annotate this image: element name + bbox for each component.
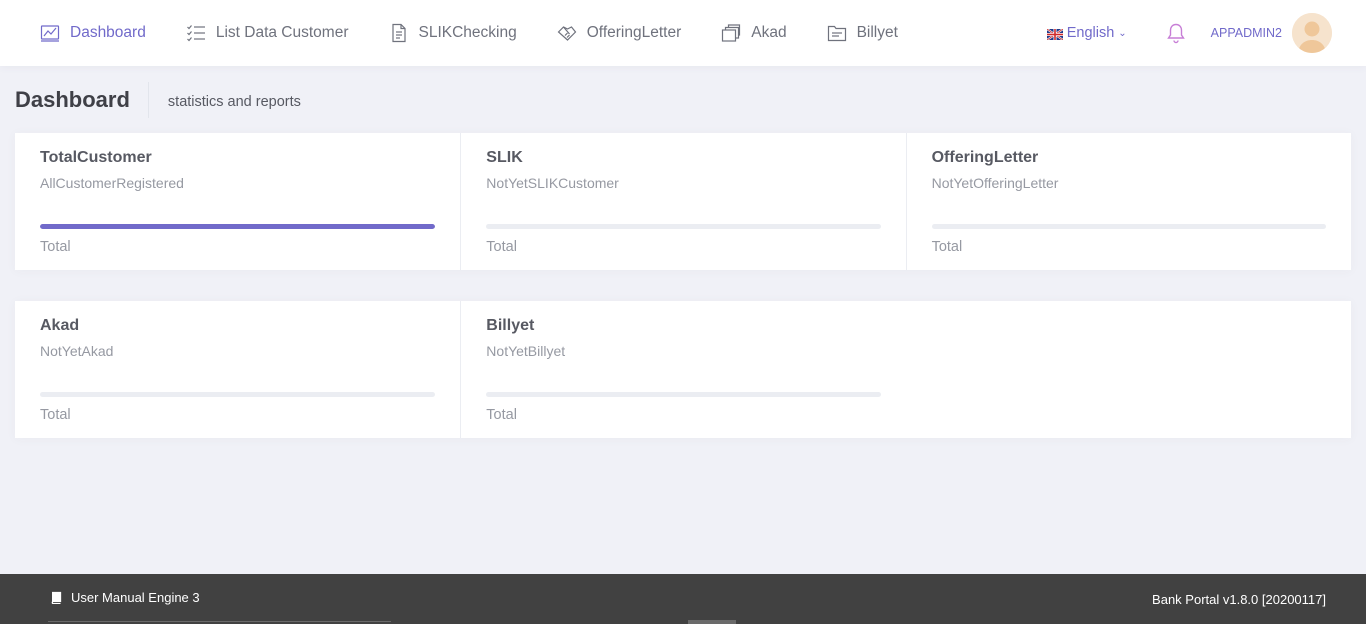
handshake-icon <box>557 23 577 43</box>
chart-icon <box>40 23 60 43</box>
stack-icon <box>721 23 741 43</box>
progress-bar <box>486 392 881 397</box>
stat-description: NotYetSLIKCustomer <box>486 175 619 191</box>
avatar[interactable] <box>1292 13 1332 53</box>
username[interactable]: APPADMIN2 <box>1211 26 1282 40</box>
stat-total-label: Total <box>931 239 963 255</box>
app-version: Bank Portal v1.8.0 [20200117] <box>1152 592 1326 607</box>
progress-fill <box>40 224 436 229</box>
stat-title: TotalCustomer <box>40 149 152 166</box>
nav-billyet-label: Billyet <box>856 24 898 41</box>
page-title: Dashboard <box>15 82 149 118</box>
stat-billyet: Billyet NotYetBillyet Total <box>460 301 905 438</box>
nav-billyet[interactable]: Billyet <box>827 23 898 43</box>
book-icon <box>51 591 62 604</box>
stat-description: AllCustomerRegistered <box>40 175 184 191</box>
stat-offering-letter: OfferingLetter NotYetOfferingLetter Tota… <box>905 133 1351 270</box>
main-nav: Dashboard List Data Customer SLIKCheckin… <box>40 0 938 66</box>
user-manual-label: User Manual Engine 3 <box>71 590 200 605</box>
nav-offering-letter-label: OfferingLetter <box>586 24 682 41</box>
stat-title: Billyet <box>486 317 535 334</box>
nav-akad-label: Akad <box>751 24 787 41</box>
stat-total-label: Total <box>40 407 71 423</box>
chevron-down-icon: ⌄ <box>1118 27 1127 39</box>
nav-dashboard-label: Dashboard <box>70 24 146 41</box>
stat-title: OfferingLetter <box>931 149 1039 166</box>
stat-total-label: Total <box>40 239 71 255</box>
nav-list-data-customer-label: List Data Customer <box>215 24 349 41</box>
language-selector[interactable]: English ⌄ <box>1046 25 1127 41</box>
stats-panel-top: TotalCustomer AllCustomerRegistered Tota… <box>15 133 1351 270</box>
nav-akad[interactable]: Akad <box>721 23 787 43</box>
document-icon <box>389 23 409 43</box>
folder-icon <box>827 23 847 43</box>
nav-list-data-customer[interactable]: List Data Customer <box>186 23 349 43</box>
footer-divider <box>48 621 391 622</box>
checklist-icon <box>186 23 206 43</box>
progress-bar <box>40 224 436 229</box>
top-navbar: Dashboard List Data Customer SLIKCheckin… <box>0 0 1366 66</box>
stat-total-label: Total <box>486 407 517 423</box>
language-label: English <box>1066 25 1115 41</box>
uk-flag-icon <box>1046 27 1064 41</box>
stat-description: NotYetBillyet <box>486 343 566 359</box>
nav-offering-letter[interactable]: OfferingLetter <box>557 23 682 43</box>
progress-bar <box>486 224 881 229</box>
user-manual-link[interactable]: User Manual Engine 3 <box>50 590 200 605</box>
subheader: Dashboard statistics and reports <box>15 82 301 118</box>
stat-description: NotYetOfferingLetter <box>931 175 1059 191</box>
stat-title: SLIK <box>486 149 523 166</box>
progress-bar <box>931 224 1326 229</box>
progress-bar <box>40 392 436 397</box>
stat-description: NotYetAkad <box>40 343 114 359</box>
stat-title: Akad <box>40 317 80 334</box>
notification-bell-icon[interactable] <box>1165 22 1187 44</box>
stats-panel-bottom: Akad NotYetAkad Total Billyet NotYetBill… <box>15 301 1351 438</box>
stat-total-label: Total <box>486 239 517 255</box>
page-description: statistics and reports <box>167 93 301 110</box>
footer: User Manual Engine 3 Bank Portal v1.8.0 … <box>0 574 1366 624</box>
stat-slik: SLIK NotYetSLIKCustomer Total <box>460 133 905 270</box>
stat-akad: Akad NotYetAkad Total <box>15 301 460 438</box>
topbar-right: English ⌄ APPADMIN2 <box>1046 0 1332 66</box>
nav-dashboard[interactable]: Dashboard <box>40 23 146 43</box>
stat-total-customer: TotalCustomer AllCustomerRegistered Tota… <box>15 133 460 270</box>
scroll-handle[interactable] <box>688 620 736 624</box>
nav-slik-checking-label: SLIKChecking <box>418 24 517 41</box>
nav-slik-checking[interactable]: SLIKChecking <box>389 23 517 43</box>
